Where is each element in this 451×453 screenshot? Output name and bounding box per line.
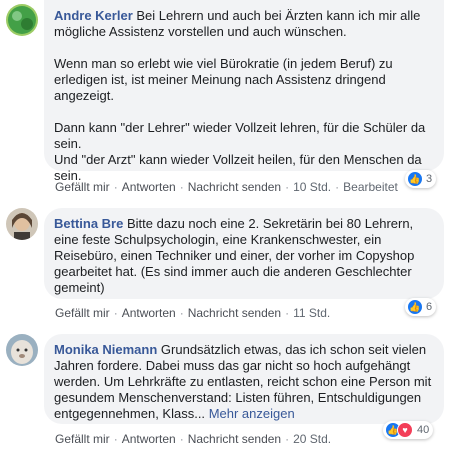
send-message-button[interactable]: Nachricht senden — [188, 432, 281, 446]
like-button[interactable]: Gefällt mir — [55, 180, 110, 194]
comment-text: Monika Niemann Grundsätzlich etwas, das … — [54, 342, 432, 422]
author-name[interactable]: Monika Niemann — [54, 342, 157, 357]
like-icon: 👍 — [407, 171, 423, 187]
timestamp[interactable]: 10 Std. — [293, 180, 331, 194]
reaction-count[interactable]: 👍 3 — [405, 170, 437, 188]
like-button[interactable]: Gefällt mir — [55, 432, 110, 446]
like-icon: 👍 — [407, 299, 423, 315]
like-button[interactable]: Gefällt mir — [55, 306, 110, 320]
timestamp[interactable]: 11 Std. — [293, 306, 330, 320]
avatar[interactable] — [6, 4, 38, 36]
avatar[interactable] — [6, 208, 38, 240]
love-icon: ♥ — [397, 422, 413, 438]
comment-paragraph: Dann kann "der Lehrer" wieder Vollzeit l… — [54, 120, 426, 183]
author-name[interactable]: Bettina Bre — [54, 216, 123, 231]
timestamp[interactable]: 20 Std. — [293, 432, 331, 446]
reply-button[interactable]: Antworten — [122, 306, 176, 320]
comment-actions: Gefällt mir · Antworten · Nachricht senden · 1… — [55, 306, 331, 320]
send-message-button[interactable]: Nachricht senden — [188, 306, 281, 320]
comment-text: Andre Kerler Bei Lehrern und auch bei Är… — [54, 8, 432, 184]
comment-bubble: Bettina Bre Bitte dazu noch eine 2. Sekr… — [44, 208, 444, 299]
avatar[interactable] — [6, 334, 38, 366]
comment-text: Bettina Bre Bitte dazu noch eine 2. Sekr… — [54, 216, 432, 296]
show-more-link[interactable]: Mehr anzeigen — [209, 406, 295, 421]
comment-actions: Gefällt mir · Antworten · Nachricht senden · 1… — [55, 180, 398, 194]
edited-label[interactable]: Bearbeitet — [343, 180, 398, 194]
comment-paragraph: Wenn man so erlebt wie viel Bürokratie (… — [54, 56, 393, 103]
comment-bubble: Monika Niemann Grundsätzlich etwas, das … — [44, 334, 444, 424]
reaction-count[interactable]: 👍 6 — [405, 298, 437, 316]
author-name[interactable]: Andre Kerler — [54, 8, 133, 23]
comment-actions: Gefällt mir · Antworten · Nachricht senden · 2… — [55, 432, 332, 446]
comment-bubble: Andre Kerler Bei Lehrern und auch bei Är… — [44, 0, 444, 183]
send-message-button[interactable]: Nachricht senden — [188, 180, 281, 194]
reply-button[interactable]: Antworten — [122, 432, 176, 446]
reaction-count[interactable]: 👍 ♥ 40 — [383, 421, 434, 439]
reply-button[interactable]: Antworten — [122, 180, 176, 194]
